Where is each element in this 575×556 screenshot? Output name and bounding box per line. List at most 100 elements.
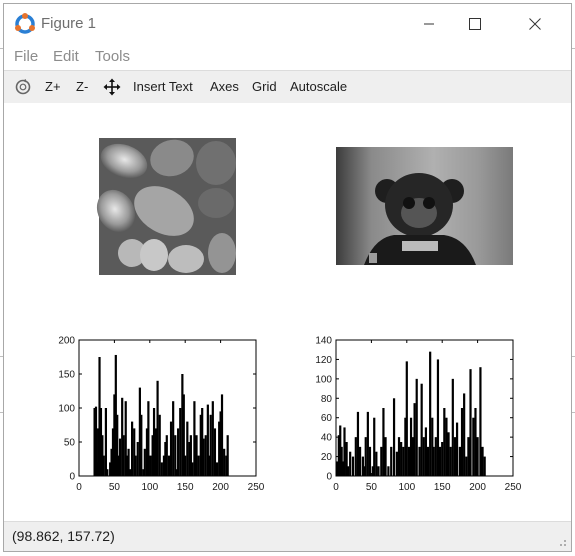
y-tick-label: 0 bbox=[326, 472, 332, 483]
histogram-bar bbox=[179, 408, 182, 476]
histogram-bar bbox=[422, 437, 425, 476]
axes-button[interactable]: Axes bbox=[210, 79, 239, 94]
histogram-bar bbox=[209, 414, 212, 476]
histogram-bar bbox=[351, 456, 355, 476]
histogram-bar bbox=[434, 437, 437, 476]
histogram-bar bbox=[463, 393, 466, 476]
title-bar[interactable]: Figure 1 bbox=[4, 4, 571, 44]
histogram-bar bbox=[211, 401, 214, 476]
x-tick-label: 150 bbox=[434, 482, 451, 493]
histogram-bar bbox=[104, 408, 108, 476]
y-tick-label: 0 bbox=[69, 472, 75, 483]
menu-tools[interactable]: Tools bbox=[95, 48, 130, 65]
close-button[interactable] bbox=[512, 8, 558, 40]
y-tick-label: 60 bbox=[321, 413, 333, 424]
histogram-bar bbox=[122, 435, 125, 476]
y-tick-label: 50 bbox=[64, 438, 76, 449]
histogram-bar bbox=[343, 427, 346, 476]
x-tick-label: 200 bbox=[469, 482, 486, 493]
histogram-bar bbox=[426, 446, 430, 476]
figure-canvas[interactable]: 0 50 100 150 200 250 0 50 100 150 200 0 50 100 150 200… bbox=[4, 103, 571, 522]
histogram-bar bbox=[197, 455, 200, 476]
figure-window: Figure 1 File Edit Tools Z+ Z- Insert Te… bbox=[3, 3, 572, 552]
minimize-button[interactable] bbox=[406, 8, 452, 40]
histogram-bar bbox=[441, 442, 444, 476]
histogram-bar bbox=[172, 401, 175, 476]
y-tick-label: 100 bbox=[315, 374, 332, 385]
x-tick-label: 0 bbox=[333, 482, 339, 493]
insert-text-button[interactable]: Insert Text bbox=[133, 79, 193, 94]
maximize-icon bbox=[469, 18, 481, 30]
plot-area: 0 50 100 150 200 250050100150200 0 50 100 150 200… bbox=[58, 138, 522, 494]
x-tick-label: 250 bbox=[248, 482, 265, 493]
peppers-image bbox=[96, 138, 236, 275]
histogram-bar bbox=[354, 437, 357, 476]
histogram-bar bbox=[481, 446, 484, 476]
octave-app-icon bbox=[15, 13, 35, 34]
histogram-bar bbox=[397, 437, 401, 476]
y-tick-label: 150 bbox=[58, 370, 75, 381]
histogram-bar bbox=[411, 437, 414, 476]
histogram-bar bbox=[375, 451, 378, 476]
histogram-bar bbox=[458, 446, 461, 476]
histogram-bar bbox=[220, 394, 224, 476]
rotate-icon[interactable] bbox=[14, 78, 32, 96]
y-tick-label: 120 bbox=[315, 355, 332, 366]
histogram-bar bbox=[420, 383, 423, 476]
histogram-bar bbox=[140, 414, 143, 476]
histogram-bar bbox=[373, 417, 376, 476]
histogram-bar bbox=[418, 446, 421, 476]
histogram-bar bbox=[451, 378, 454, 476]
menu-file[interactable]: File bbox=[14, 48, 38, 65]
histogram-bar bbox=[390, 446, 393, 476]
histogram-bar bbox=[202, 438, 205, 476]
zoom-in-button[interactable]: Z+ bbox=[45, 79, 61, 94]
histogram-bar bbox=[453, 437, 457, 476]
y-tick-label: 40 bbox=[321, 433, 333, 444]
histogram-bar bbox=[154, 428, 157, 476]
histogram-bar bbox=[160, 462, 163, 476]
maximize-button[interactable] bbox=[452, 8, 498, 40]
histogram-bar bbox=[469, 369, 472, 476]
histogram-bar bbox=[149, 455, 152, 476]
resize-grip-icon[interactable] bbox=[557, 537, 567, 547]
histogram-bar bbox=[465, 456, 468, 476]
histogram-bar bbox=[413, 403, 416, 476]
histogram-bar bbox=[195, 435, 198, 476]
histogram-bar bbox=[186, 421, 189, 476]
histogram-bar bbox=[436, 359, 440, 476]
histogram-bar bbox=[429, 351, 432, 476]
zoom-out-button[interactable]: Z- bbox=[76, 79, 88, 94]
histogram-bar bbox=[432, 446, 435, 476]
menu-bar: File Edit Tools bbox=[4, 46, 571, 68]
y-tick-label: 100 bbox=[58, 404, 75, 415]
histogram-bar bbox=[415, 378, 418, 476]
pan-arrows-icon[interactable] bbox=[103, 78, 121, 96]
x-tick-label: 200 bbox=[212, 482, 229, 493]
histogram-bar bbox=[377, 466, 380, 476]
y-tick-label: 140 bbox=[315, 336, 332, 347]
grid-button[interactable]: Grid bbox=[252, 79, 277, 94]
histogram-bar bbox=[169, 421, 173, 476]
robot-image bbox=[336, 147, 513, 265]
histogram-chart-peppers: 0 50 100 150 200 250 0 50 100 150 200 bbox=[58, 336, 264, 494]
histogram-bar bbox=[356, 411, 360, 476]
window-title: Figure 1 bbox=[41, 15, 97, 32]
menu-edit[interactable]: Edit bbox=[53, 48, 79, 65]
x-tick-label: 100 bbox=[398, 482, 415, 493]
histogram-bar bbox=[102, 455, 105, 476]
histogram-bar bbox=[158, 414, 161, 476]
histogram-bar bbox=[438, 446, 442, 476]
histogram-bar bbox=[474, 408, 477, 476]
x-tick-label: 100 bbox=[141, 482, 158, 493]
histogram-bar bbox=[191, 462, 194, 476]
histogram-bar bbox=[128, 469, 132, 476]
histogram-bar bbox=[483, 456, 486, 476]
autoscale-button[interactable]: Autoscale bbox=[290, 79, 347, 94]
histogram-bar bbox=[479, 367, 482, 476]
x-tick-label: 50 bbox=[109, 482, 121, 493]
histogram-bar bbox=[134, 455, 137, 476]
figure-toolbar: Z+ Z- Insert Text Axes Grid Autoscale bbox=[4, 70, 571, 104]
histogram-bar bbox=[405, 361, 408, 476]
histogram-bar bbox=[472, 417, 475, 476]
